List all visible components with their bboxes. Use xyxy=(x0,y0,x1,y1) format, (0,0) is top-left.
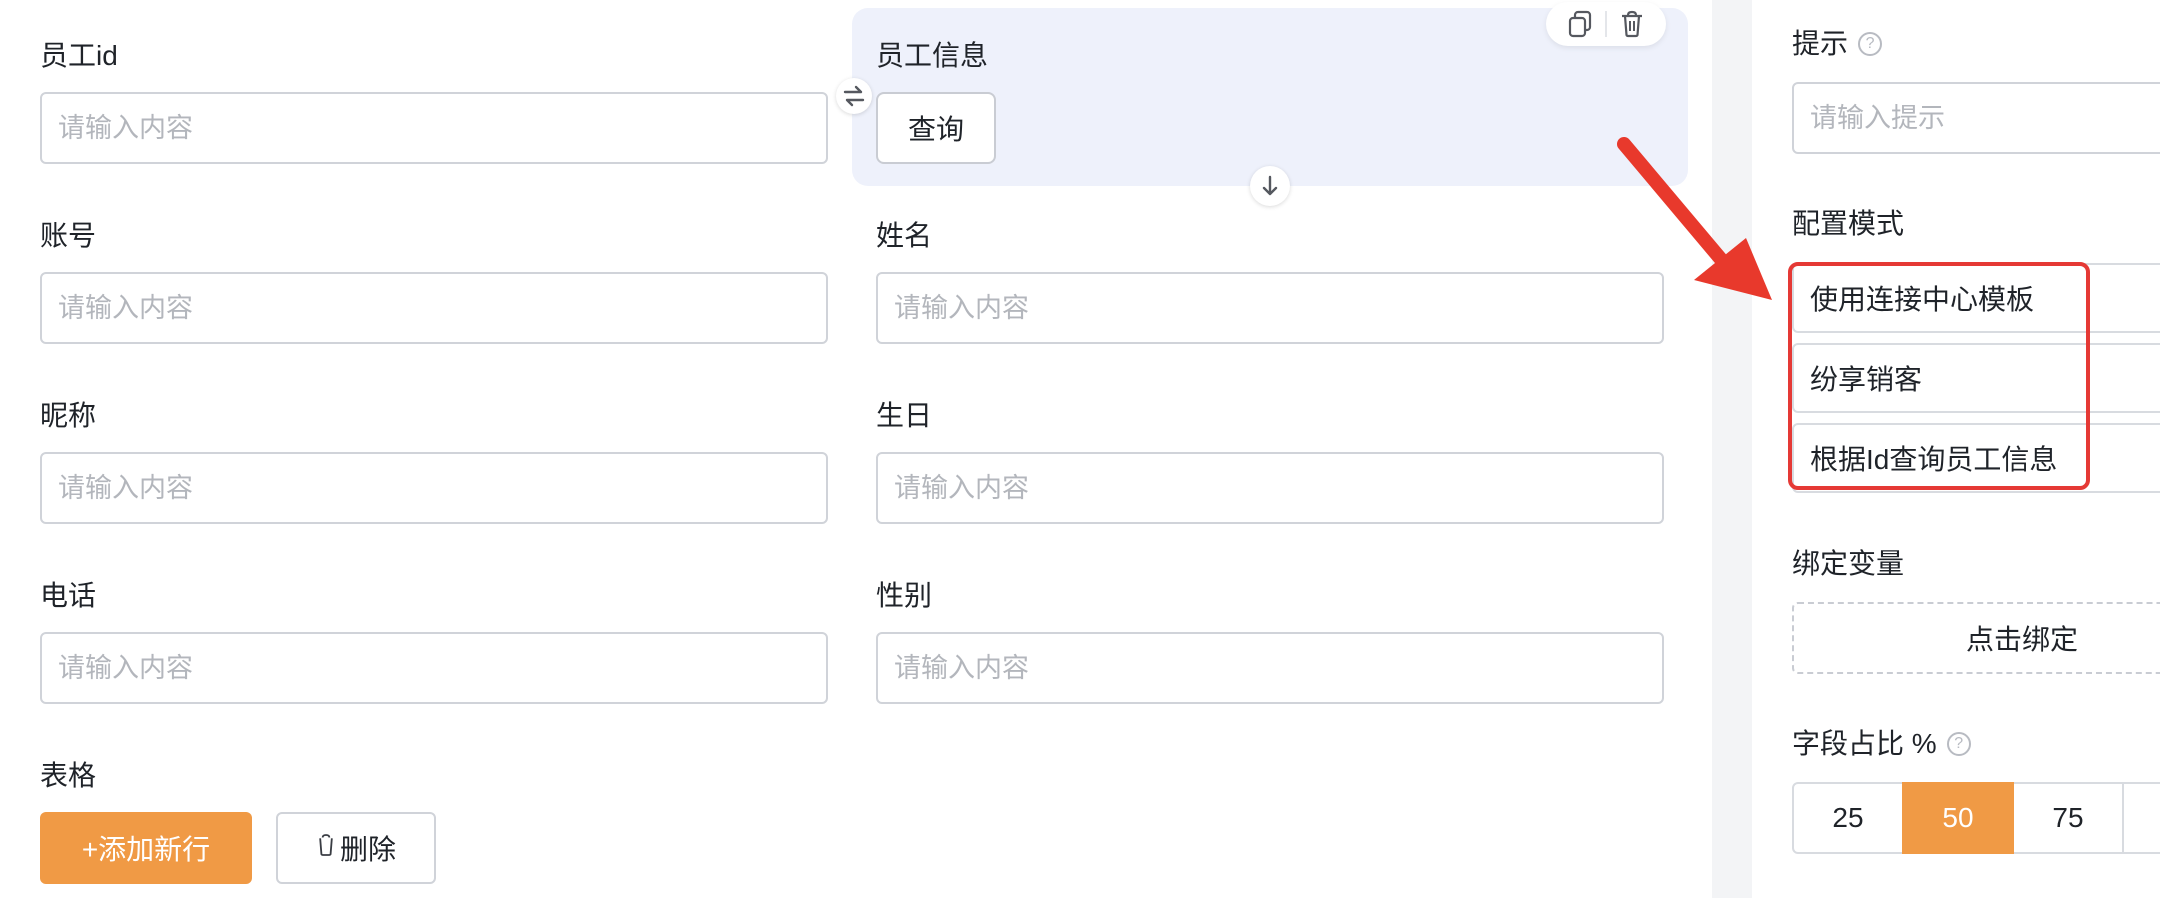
ratio-option-75[interactable]: 75 xyxy=(2012,782,2124,854)
field-gender: 性别 xyxy=(876,576,1666,706)
add-row-button[interactable]: +添加新行 xyxy=(40,812,252,884)
card-toolbar xyxy=(1546,2,1666,46)
name-input[interactable] xyxy=(876,272,1664,344)
field-label: 昵称 xyxy=(40,400,97,431)
trash-icon[interactable] xyxy=(1614,6,1650,42)
help-icon[interactable]: ? xyxy=(1946,732,1971,756)
hint-label: 提示 ? xyxy=(1792,24,1883,64)
delete-label: 删除 xyxy=(339,834,396,865)
field-label: 员工id xyxy=(40,40,118,71)
field-label: 性别 xyxy=(876,580,933,611)
field-label: 姓名 xyxy=(876,220,933,251)
config-mode-option-fxiaoke[interactable]: 纷享销客 xyxy=(1792,343,2160,413)
employee-id-input[interactable] xyxy=(40,92,828,164)
field-ratio-group: 25 50 75 xyxy=(1792,782,2160,854)
ratio-option-25[interactable]: 25 xyxy=(1792,782,1904,854)
field-label: 电话 xyxy=(40,580,97,611)
panel-divider xyxy=(1712,0,1752,898)
ratio-option-more[interactable] xyxy=(2122,782,2160,854)
field-label: 生日 xyxy=(876,400,933,431)
form-canvas: 员工id 员工信息 查询 账号 姓名 昵称 生日 电话 性别 表格 +添加新行 xyxy=(0,0,1712,898)
field-employee-id: 员工id xyxy=(40,36,830,166)
field-account: 账号 xyxy=(40,216,830,346)
bind-variable-button-label: 点击绑定 xyxy=(1965,624,2078,655)
hint-label-text: 提示 xyxy=(1792,28,1849,59)
account-input[interactable] xyxy=(40,272,828,344)
field-label: 账号 xyxy=(40,220,97,251)
bind-variable-label: 绑定变量 xyxy=(1792,548,1905,579)
field-ratio-label-text: 字段占比 % xyxy=(1792,728,1937,759)
field-phone: 电话 xyxy=(40,576,830,706)
arrow-down-icon[interactable] xyxy=(1250,166,1290,206)
field-ratio-label: 字段占比 % ? xyxy=(1792,724,1971,764)
config-mode-option-template[interactable]: 使用连接中心模板 xyxy=(1792,263,2160,333)
hint-input[interactable] xyxy=(1792,82,2160,154)
field-name: 姓名 xyxy=(876,216,1666,346)
config-mode-label: 配置模式 xyxy=(1792,208,1905,239)
delete-row-button[interactable]: 删除 xyxy=(276,812,436,884)
trash-icon xyxy=(316,832,336,864)
config-mode-option-query-employee[interactable]: 根据Id查询员工信息 xyxy=(1792,423,2160,493)
help-icon[interactable]: ? xyxy=(1858,32,1883,56)
toolbar-divider xyxy=(1604,11,1607,37)
bind-variable-button[interactable]: 点击绑定 xyxy=(1792,602,2160,674)
ratio-option-50[interactable]: 50 xyxy=(1902,782,2014,854)
property-panel: 提示 ? 配置模式 使用连接中心模板 纷享销客 根据Id查询员工信息 绑定变量 … xyxy=(1752,0,2160,898)
gender-input[interactable] xyxy=(876,632,1664,704)
swap-icon[interactable] xyxy=(836,78,872,114)
selected-card-label: 员工信息 xyxy=(876,40,989,71)
field-nickname: 昵称 xyxy=(40,396,830,526)
birthday-input[interactable] xyxy=(876,452,1664,524)
field-birthday: 生日 xyxy=(876,396,1666,526)
copy-icon[interactable] xyxy=(1562,6,1598,42)
phone-input[interactable] xyxy=(40,632,828,704)
nickname-input[interactable] xyxy=(40,452,828,524)
table-label: 表格 xyxy=(40,760,97,791)
query-button[interactable]: 查询 xyxy=(876,92,996,164)
